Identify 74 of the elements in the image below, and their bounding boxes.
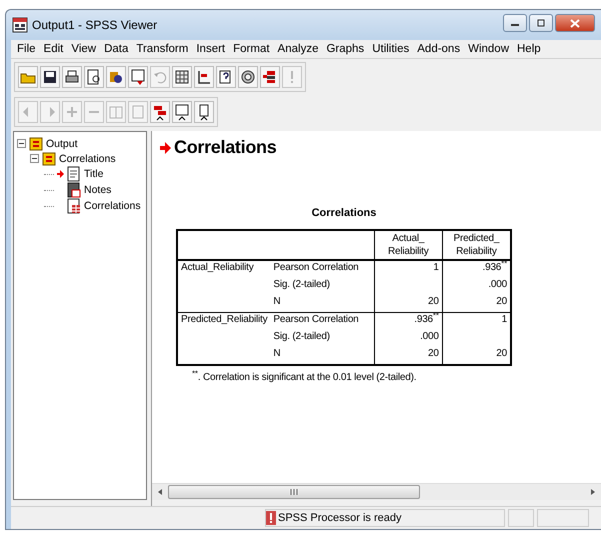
grid-tool-icon[interactable] [172,66,192,88]
table-cell: .000 [420,331,439,342]
statistic-label: N [273,296,280,307]
statistic-label: Pearson Correlation [273,314,359,325]
menu-item[interactable]: Analyze [274,43,322,55]
book-icon [29,136,43,150]
statistic-label: Sig. (2-tailed) [273,331,330,342]
close-button[interactable] [555,14,595,32]
menu-item[interactable]: File [13,43,40,55]
help-tool-icon[interactable] [216,66,236,88]
table-cell: 1 [502,314,507,325]
statistic-label: Pearson Correlation [273,262,359,273]
menu-item[interactable]: Graphs [322,43,368,55]
tree-tool-icon[interactable] [260,66,280,88]
menu-item[interactable]: Edit [40,43,68,55]
statistic-label: N [273,348,280,359]
collapse-toggle[interactable] [17,139,26,148]
notes-icon [67,182,81,198]
table-cell: 20 [428,296,439,307]
column-header: Actual_ Reliability [374,230,442,260]
menu-item[interactable]: Transform [132,43,192,55]
window-title: Output1 - SPSS Viewer [32,18,158,32]
menu-item[interactable]: Data [100,43,132,55]
scroll-right-icon[interactable] [589,488,597,496]
minimize-button[interactable] [503,14,527,32]
promote-tool-icon[interactable] [150,101,170,123]
preview-tool-icon[interactable] [84,66,104,88]
outline-item[interactable]: Output [46,138,78,150]
grip-icon [290,489,298,495]
row-label: Actual_Reliability [181,262,254,273]
insert-text-tool-icon[interactable] [194,101,214,123]
book-icon [42,152,56,166]
table-cell: 20 [428,348,439,359]
circle-tool-icon[interactable] [238,66,258,88]
menu-item[interactable]: Format [229,43,274,55]
table-footnote: $^{**}$. Correlation is significant at the 0.01 level (2-tailed). [192,372,418,383]
menu-item[interactable]: Utilities [368,43,414,55]
dialog-tool-icon[interactable] [128,66,148,88]
save-tool-icon[interactable] [40,66,60,88]
menu-item[interactable]: View [67,43,100,55]
row-label: Predicted_Reliability [181,314,268,325]
scroll-left-icon[interactable] [156,488,164,496]
export-tool-icon[interactable] [106,66,126,88]
menu-item[interactable]: Insert [192,43,230,55]
menu-item[interactable]: Help [513,43,545,55]
page-icon [67,166,81,182]
table-cell: 20 [496,348,507,359]
table-title: Correlations [310,207,378,219]
outline-item[interactable]: Correlations [84,200,141,212]
menu-item[interactable]: Window [464,43,513,55]
print-tool-icon[interactable] [62,66,82,88]
table-cell: .000 [488,279,507,290]
table-cell: 1 [433,262,439,273]
close-icon [570,18,580,28]
horizontal-scrollbar[interactable] [152,483,601,500]
statistic-label: Sig. (2-tailed) [273,279,330,290]
outline-item[interactable]: Correlations [59,152,116,164]
maximize-button[interactable] [529,14,553,32]
open-tool-icon[interactable] [18,66,38,88]
table-cell: 20 [496,296,507,307]
collapse-toggle[interactable] [30,154,39,163]
maximize-icon [536,19,546,27]
status-text: SPSS Processor is ready [278,512,402,524]
table-icon [67,198,81,214]
column-header: Predicted_ Reliability [442,230,511,260]
processor-status-icon [266,511,276,525]
chart-tool-icon[interactable] [194,66,214,88]
menu-item[interactable]: Add-ons [413,43,464,55]
app-icon [12,17,28,33]
scrollbar-thumb[interactable] [168,485,420,499]
outline-item[interactable]: Notes [84,184,112,196]
insert-title-tool-icon[interactable] [172,101,192,123]
output-heading: Correlations [174,137,276,158]
outline-item[interactable]: Title [84,168,104,180]
